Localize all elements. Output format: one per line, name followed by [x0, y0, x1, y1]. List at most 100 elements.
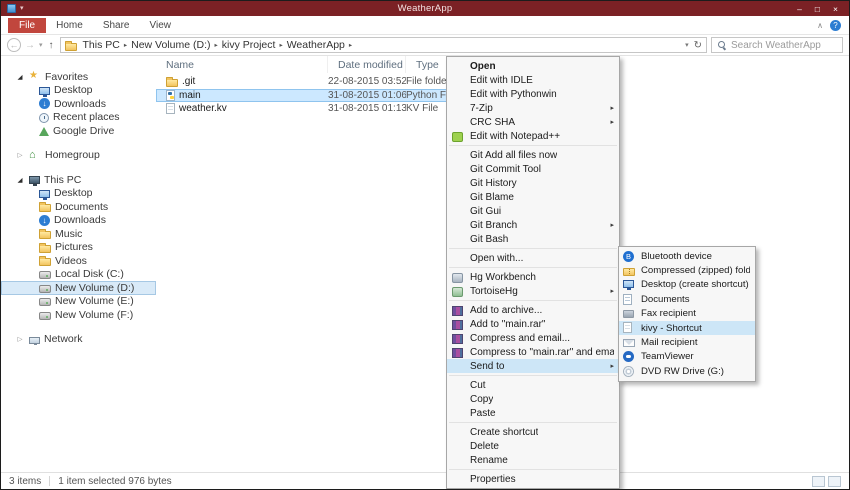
context-menu-item-edit-with-notepad[interactable]: Edit with Notepad++	[447, 129, 619, 143]
address-dropdown-icon[interactable]: ▾	[685, 41, 689, 49]
tree-collapsed-icon[interactable]: ▷	[15, 151, 25, 159]
up-button[interactable]: ↑	[49, 40, 54, 51]
sidebar-item-network[interactable]: ▷Network	[1, 333, 156, 347]
send-to-item-kivy-shortcut[interactable]: kivy - Shortcut	[619, 321, 755, 335]
context-menu-item-git-branch[interactable]: Git Branch▸	[447, 218, 619, 232]
context-menu-item-cut[interactable]: Cut	[447, 378, 619, 392]
sidebar-item-pictures[interactable]: Pictures	[1, 241, 156, 255]
send-to-item-dvd-rw-drive-g[interactable]: DVD RW Drive (G:)	[619, 364, 755, 378]
details-view-icon[interactable]	[812, 476, 825, 487]
sidebar-item-homegroup[interactable]: ▷Homegroup	[1, 149, 156, 163]
breadcrumb-segment-new-volume-d[interactable]: New Volume (D:)	[129, 39, 212, 51]
context-menu-item-git-gui[interactable]: Git Gui	[447, 204, 619, 218]
ribbon-tab-view[interactable]: View	[140, 18, 182, 33]
send-to-item-compressed-zipped-folder[interactable]: Compressed (zipped) folder	[619, 263, 755, 277]
file-icon	[166, 103, 175, 114]
collapse-ribbon-icon[interactable]: ∧	[817, 21, 823, 30]
send-to-item-bluetooth-device[interactable]: Bluetooth device	[619, 249, 755, 263]
drive-icon	[39, 312, 51, 320]
back-button[interactable]: ←	[7, 38, 21, 52]
help-icon[interactable]: ?	[830, 20, 841, 31]
context-menu-item-open-with[interactable]: Open with...	[447, 251, 619, 265]
breadcrumb-segment-weatherapp[interactable]: WeatherApp	[285, 39, 347, 51]
context-menu-item-edit-with-idle[interactable]: Edit with IDLE	[447, 73, 619, 87]
address-field[interactable]: This PC▸New Volume (D:)▸kivy Project▸Wea…	[60, 37, 707, 53]
sidebar-item-this-pc[interactable]: ◢This PC	[1, 173, 156, 187]
context-menu-item-edit-with-pythonwin[interactable]: Edit with Pythonwin	[447, 87, 619, 101]
column-header-name[interactable]: Name	[156, 56, 328, 73]
menu-item-label: Copy	[470, 394, 493, 405]
refresh-icon[interactable]: ↻	[694, 40, 702, 51]
context-menu-item-open[interactable]: Open	[447, 59, 619, 73]
ribbon-tab-home[interactable]: Home	[46, 18, 93, 33]
ribbon-tab-share[interactable]: Share	[93, 18, 140, 33]
menu-item-label: 7-Zip	[470, 103, 493, 114]
tree-collapsed-icon[interactable]: ▷	[15, 335, 25, 343]
send-to-item-fax-recipient[interactable]: Fax recipient	[619, 307, 755, 321]
sidebar-item-desktop[interactable]: Desktop	[1, 187, 156, 201]
menu-item-label: Git Branch	[470, 220, 517, 231]
column-header-date-modified[interactable]: Date modified	[328, 56, 406, 73]
menu-separator	[449, 145, 617, 146]
context-menu-item-tortoisehg[interactable]: TortoiseHg▸	[447, 284, 619, 298]
context-menu-item-git-commit-tool[interactable]: Git Commit Tool	[447, 162, 619, 176]
history-dropdown-icon[interactable]: ▾	[39, 41, 43, 49]
maximize-button[interactable]: □	[810, 3, 825, 14]
forward-button[interactable]: →	[25, 40, 35, 51]
context-menu-item-copy[interactable]: Copy	[447, 392, 619, 406]
mail-icon	[623, 339, 635, 347]
rar-icon	[452, 334, 463, 344]
context-menu-item-add-to-archive[interactable]: Add to archive...	[447, 303, 619, 317]
context-menu-item-git-blame[interactable]: Git Blame	[447, 190, 619, 204]
context-menu-item-add-to-main-rar[interactable]: Add to "main.rar"	[447, 317, 619, 331]
sidebar-item-new-volume-d[interactable]: New Volume (D:)	[1, 281, 156, 295]
file-name: weather.kv	[179, 103, 227, 114]
send-to-item-teamviewer[interactable]: TeamViewer	[619, 350, 755, 364]
send-to-item-documents[interactable]: Documents	[619, 292, 755, 306]
sidebar-item-downloads[interactable]: Downloads	[1, 97, 156, 111]
context-menu-item-git-history[interactable]: Git History	[447, 176, 619, 190]
context-menu-item-properties[interactable]: Properties	[447, 472, 619, 486]
sidebar-item-downloads[interactable]: Downloads	[1, 214, 156, 228]
sidebar-item-local-disk-c[interactable]: Local Disk (C:)	[1, 268, 156, 282]
context-menu-item-rename[interactable]: Rename	[447, 453, 619, 467]
context-menu-item-hg-workbench[interactable]: Hg Workbench	[447, 270, 619, 284]
context-menu-item-paste[interactable]: Paste	[447, 406, 619, 420]
sidebar-item-favorites[interactable]: ◢Favorites	[1, 70, 156, 84]
items-count: 3 items	[9, 476, 41, 487]
context-menu-item-compress-and-email[interactable]: Compress and email...	[447, 331, 619, 345]
breadcrumb-segment-kivy-project[interactable]: kivy Project	[220, 39, 278, 51]
ribbon-tab-file[interactable]: File	[8, 18, 46, 33]
rar-icon	[452, 348, 463, 358]
sidebar-item-new-volume-f[interactable]: New Volume (F:)	[1, 308, 156, 322]
context-menu-item-compress-to-main-rar-and-email[interactable]: Compress to "main.rar" and email	[447, 345, 619, 359]
sidebar-item-videos[interactable]: Videos	[1, 254, 156, 268]
file-name-cell: main	[156, 90, 328, 101]
sidebar-item-desktop[interactable]: Desktop	[1, 84, 156, 98]
minimize-button[interactable]: –	[792, 3, 807, 14]
sidebar-item-recent-places[interactable]: Recent places	[1, 111, 156, 125]
tree-expanded-icon[interactable]: ◢	[15, 176, 25, 184]
context-menu-item-7-zip[interactable]: 7-Zip▸	[447, 101, 619, 115]
search-input[interactable]: Search WeatherApp	[711, 37, 843, 53]
sidebar-item-documents[interactable]: Documents	[1, 200, 156, 214]
menu-item-label: Edit with Pythonwin	[470, 89, 557, 100]
qat-dropdown-icon[interactable]: ▾	[20, 4, 24, 13]
thumbnails-view-icon[interactable]	[828, 476, 841, 487]
context-menu-item-git-add-all-files-now[interactable]: Git Add all files now	[447, 148, 619, 162]
context-menu-item-crc-sha[interactable]: CRC SHA▸	[447, 115, 619, 129]
context-menu-item-create-shortcut[interactable]: Create shortcut	[447, 425, 619, 439]
sidebar-item-label: Desktop	[54, 187, 93, 199]
context-menu-item-git-bash[interactable]: Git Bash	[447, 232, 619, 246]
drive-icon	[39, 271, 51, 279]
sidebar-item-google-drive[interactable]: Google Drive	[1, 124, 156, 138]
context-menu-item-send-to[interactable]: Send to▸	[447, 359, 619, 373]
send-to-item-desktop-create-shortcut[interactable]: Desktop (create shortcut)	[619, 278, 755, 292]
context-menu-item-delete[interactable]: Delete	[447, 439, 619, 453]
send-to-item-mail-recipient[interactable]: Mail recipient	[619, 335, 755, 349]
sidebar-item-new-volume-e[interactable]: New Volume (E:)	[1, 295, 156, 309]
sidebar-item-music[interactable]: Music	[1, 227, 156, 241]
breadcrumb-segment-this-pc[interactable]: This PC	[81, 39, 122, 51]
tree-expanded-icon[interactable]: ◢	[15, 73, 25, 81]
close-button[interactable]: ×	[828, 3, 843, 14]
